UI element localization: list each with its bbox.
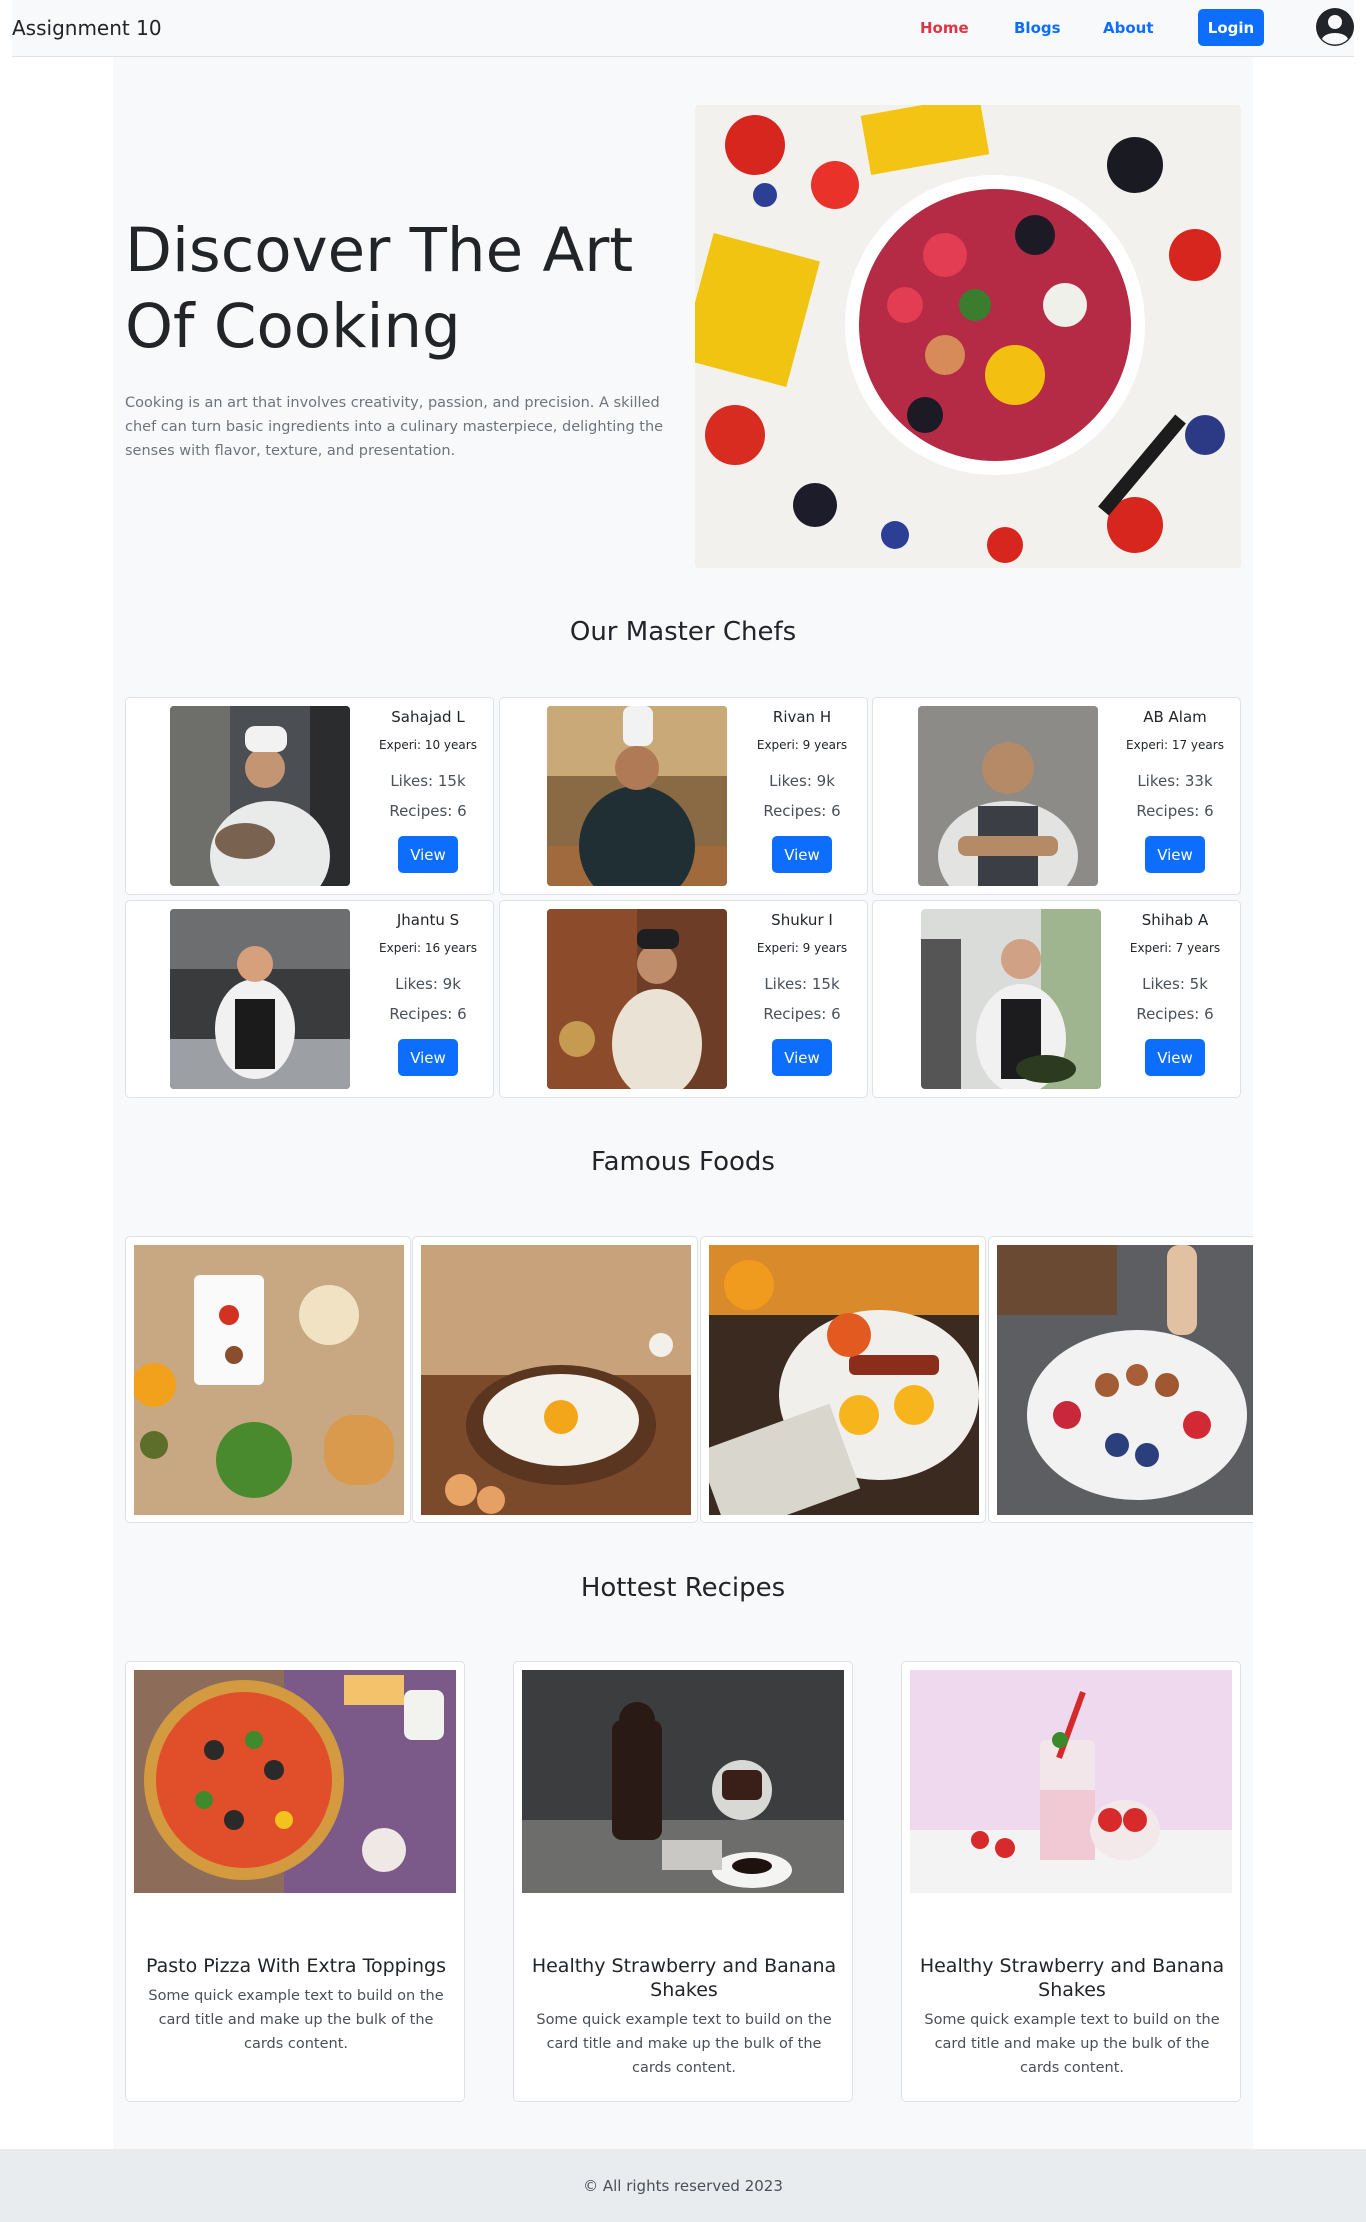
chef-view-button[interactable]: View xyxy=(1145,1039,1205,1076)
chef-view-button[interactable]: View xyxy=(398,836,458,873)
chef-likes: Likes: 15k xyxy=(390,772,466,790)
hero-title: Discover The Art Of Cooking xyxy=(125,215,634,362)
brand-title[interactable]: Assignment 10 xyxy=(12,16,162,40)
chef-photo xyxy=(918,706,1098,886)
chef-name: Sahajad L xyxy=(391,708,465,726)
nav-about-link[interactable]: About xyxy=(1103,19,1154,37)
chef-card: Shihab A Experi: 7 years Likes: 5k Recip… xyxy=(872,900,1241,1098)
chef-likes: Likes: 9k xyxy=(395,975,461,993)
chef-card: Sahajad L Experi: 10 years Likes: 15k Re… xyxy=(125,697,494,895)
chef-recipes: Recipes: 6 xyxy=(389,1005,467,1023)
hero-image xyxy=(695,105,1241,568)
food-image xyxy=(709,1245,979,1515)
chef-recipes: Recipes: 6 xyxy=(763,1005,841,1023)
recipe-image xyxy=(134,1670,456,1893)
chef-view-button[interactable]: View xyxy=(398,1039,458,1076)
chef-likes: Likes: 9k xyxy=(769,772,835,790)
chef-photo xyxy=(921,909,1101,1089)
recipes-section-title: Hottest Recipes xyxy=(580,1573,786,1603)
chef-recipes: Recipes: 6 xyxy=(1136,1005,1214,1023)
food-image xyxy=(421,1245,691,1515)
nav-home-link[interactable]: Home xyxy=(920,19,969,37)
recipe-title: Healthy Strawberry and Banana Shakes xyxy=(531,1955,837,2001)
chef-recipes: Recipes: 6 xyxy=(763,802,841,820)
hero-description: Cooking is an art that involves creativi… xyxy=(125,395,664,459)
chef-name: Rivan H xyxy=(772,708,832,726)
chef-photo xyxy=(170,706,350,886)
footer: © All rights reserved 2023 xyxy=(0,2149,1366,2222)
chef-experience: Experi: 9 years xyxy=(756,941,848,955)
recipe-title: Pasto Pizza With Extra Toppings xyxy=(146,1955,446,1977)
navbar: Assignment 10 Home Blogs About Login xyxy=(12,0,1354,57)
chef-photo xyxy=(547,909,727,1089)
chef-photo xyxy=(170,909,350,1089)
chef-experience: Experi: 9 years xyxy=(756,738,848,752)
chef-experience: Experi: 16 years xyxy=(379,941,477,955)
food-card[interactable] xyxy=(412,1236,698,1523)
food-card[interactable] xyxy=(988,1236,1253,1523)
recipe-title: Healthy Strawberry and Banana Shakes xyxy=(919,1955,1225,2001)
chef-likes: Likes: 15k xyxy=(764,975,840,993)
nav-blogs-link[interactable]: Blogs xyxy=(1014,19,1061,37)
login-button[interactable]: Login xyxy=(1198,9,1264,46)
chef-view-button[interactable]: View xyxy=(772,836,832,873)
chef-likes: Likes: 33k xyxy=(1137,772,1213,790)
recipe-text: Some quick example text to build on the … xyxy=(924,2012,1220,2076)
recipe-card[interactable]: Pasto Pizza With Extra Toppings Some qui… xyxy=(125,1661,465,2102)
chef-experience: Experi: 7 years xyxy=(1129,941,1221,955)
chef-name: Jhantu S xyxy=(396,911,460,929)
footer-text: © All rights reserved 2023 xyxy=(583,2177,783,2195)
chef-recipes: Recipes: 6 xyxy=(1136,802,1214,820)
user-avatar-icon[interactable] xyxy=(1315,7,1355,47)
chef-name: Shukur I xyxy=(771,911,833,929)
chef-photo xyxy=(547,706,727,886)
recipe-text: Some quick example text to build on the … xyxy=(148,1988,444,2052)
food-card[interactable] xyxy=(700,1236,986,1523)
recipe-card[interactable]: Healthy Strawberry and Banana Shakes Som… xyxy=(513,1661,853,2102)
recipe-text: Some quick example text to build on the … xyxy=(536,2012,832,2076)
chef-view-button[interactable]: View xyxy=(772,1039,832,1076)
food-card[interactable] xyxy=(125,1236,411,1523)
chefs-section-title: Our Master Chefs xyxy=(569,617,797,647)
recipe-image xyxy=(522,1670,844,1893)
chef-card: Rivan H Experi: 9 years Likes: 9k Recipe… xyxy=(499,697,868,895)
recipe-image xyxy=(910,1670,1232,1893)
chef-likes: Likes: 5k xyxy=(1142,975,1208,993)
food-image xyxy=(997,1245,1253,1515)
chef-experience: Experi: 17 years xyxy=(1126,738,1224,752)
chef-name: Shihab A xyxy=(1141,911,1209,929)
chef-name: AB Alam xyxy=(1143,708,1207,726)
chef-view-button[interactable]: View xyxy=(1145,836,1205,873)
chef-recipes: Recipes: 6 xyxy=(389,802,467,820)
chef-card: Jhantu S Experi: 16 years Likes: 9k Reci… xyxy=(125,900,494,1098)
chef-experience: Experi: 10 years xyxy=(379,738,477,752)
recipe-card[interactable]: Healthy Strawberry and Banana Shakes Som… xyxy=(901,1661,1241,2102)
chef-card: AB Alam Experi: 17 years Likes: 33k Reci… xyxy=(872,697,1241,895)
chef-card: Shukur I Experi: 9 years Likes: 15k Reci… xyxy=(499,900,868,1098)
foods-section-title: Famous Foods xyxy=(591,1147,775,1177)
food-image xyxy=(134,1245,404,1515)
